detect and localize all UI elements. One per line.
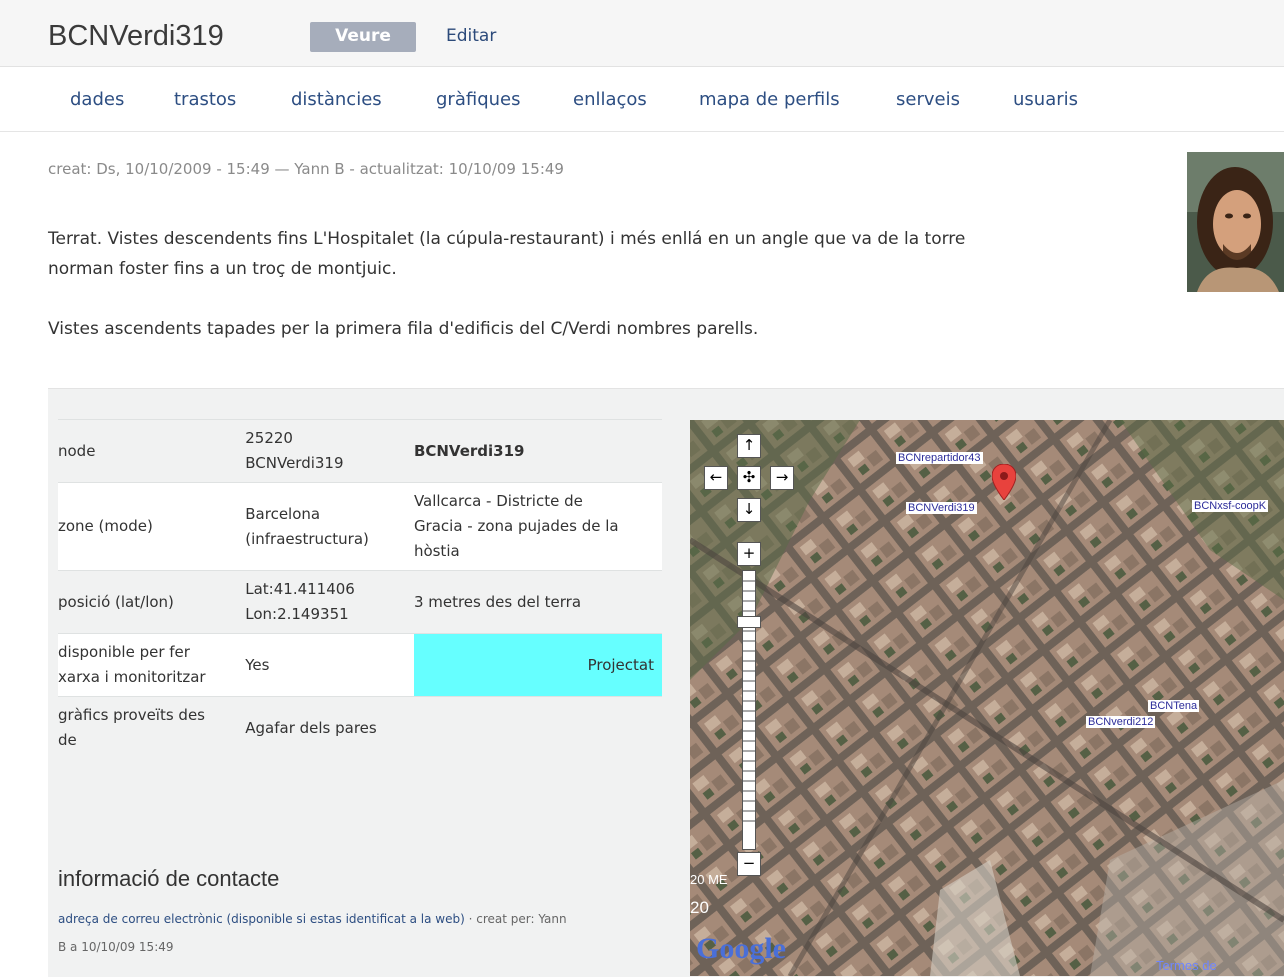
zoom-in-button[interactable]: + [737,542,761,566]
map-marker-icon[interactable] [992,464,1016,500]
description-paragraph-2: Vistes ascendents tapades per la primera… [48,319,759,339]
zone-mode: (infraestructura) [245,529,369,548]
row-label: node [58,419,246,483]
latitude: Lat:41.411406 [245,580,355,598]
secondary-nav: dades trastos distàncies gràfiques enlla… [0,67,1284,132]
node-info-table: node 25220 BCNVerdi319 BCNVerdi319 zone … [58,419,662,759]
row-label-line: gràfics proveïts des [58,706,205,724]
pan-down-button[interactable]: ↓ [737,498,761,522]
zone-name: Barcelona [245,504,321,523]
table-row: node 25220 BCNVerdi319 BCNVerdi319 [58,419,662,483]
nav-item-serveis[interactable]: serveis [896,89,960,110]
elevation: 3 metres des del terra [413,570,662,634]
row-label-line: de [58,731,77,749]
tab-edit[interactable]: Editar [446,22,496,52]
nav-item-usuaris[interactable]: usuaris [1013,89,1078,110]
zoom-slider-handle[interactable] [737,616,761,628]
created-by: · creat per: Yann [464,912,567,926]
pan-center-button[interactable]: ✣ [737,466,761,490]
tab-view[interactable]: Veure [310,22,416,52]
table-row: disponible per fer xarxa i monitoritzar … [58,633,662,697]
email-link[interactable]: adreça de correu electrònic (disponible … [58,912,465,926]
row-value: Agafar dels pares [245,696,414,759]
zone-desc-line: Gracia - zona pujades de la [413,517,619,535]
map-scale: 20 ME [690,872,728,887]
row-label: gràfics proveïts des de [58,696,246,759]
zoom-slider-track[interactable] [742,570,756,850]
google-logo: Google [696,932,786,965]
row-label-line: xarxa i monitoritzar [58,668,206,686]
zone-desc-line: hòstia [413,542,460,560]
table-row: zone (mode) Barcelona (infraestructura) … [58,482,662,571]
node-name: BCNVerdi319 [245,454,344,472]
pan-left-button[interactable]: ← [704,466,728,490]
avatar [1187,152,1284,292]
contact-info: adreça de correu electrònic (disponible … [58,905,668,961]
map-node-label[interactable]: BCNverdi212 [1086,716,1156,728]
zone-desc-line: Vallcarca - Districte de [413,492,583,510]
zoom-ticks [743,580,755,822]
row-label-line: disponible per fer [58,643,190,661]
map-node-label[interactable]: BCNVerdi319 [906,502,977,514]
row-value: 25220 BCNVerdi319 [245,419,414,483]
table-row: posició (lat/lon) Lat:41.411406 Lon:2.14… [58,570,662,634]
pan-up-button[interactable]: ↑ [737,434,761,458]
zone-description: Vallcarca - Districte de Gracia - zona p… [413,482,662,571]
created-by-date: B a 10/10/09 15:49 [58,940,174,954]
row-value: Yes [245,633,414,697]
description-paragraph-1: Terrat. Vistes descendents fins L'Hospit… [48,224,1148,284]
terms-link[interactable]: Termes de [1156,958,1217,973]
row-value-title: BCNVerdi319 [413,419,662,483]
nav-item-grafiques[interactable]: gràfiques [436,89,520,110]
row-label: disponible per fer xarxa i monitoritzar [58,633,246,697]
nav-item-distancies[interactable]: distàncies [291,89,382,110]
map-node-label[interactable]: BCNrepartidor43 [896,452,983,464]
description-line: norman foster fins a un troç de montjuic… [48,259,397,279]
node-map[interactable]: ↑ ← ✣ → ↓ + − BCNrepartidor43 BCNVerdi31… [690,420,1284,976]
status-badge: Projectat [413,633,662,697]
row-value-empty [413,696,662,759]
longitude: Lon:2.149351 [245,605,349,623]
row-value: Barcelona (infraestructura) [245,482,414,571]
map-node-label[interactable]: BCNxsf-coopK [1192,500,1269,512]
table-row: gràfics proveïts des de Agafar dels pare… [58,696,662,759]
node-id: 25220 [245,429,293,447]
row-label: posició (lat/lon) [58,570,246,634]
zoom-out-button[interactable]: − [737,852,761,876]
description-line: Terrat. Vistes descendents fins L'Hospit… [48,229,966,249]
nav-item-mapa-de-perfils[interactable]: mapa de perfils [699,89,840,110]
nav-item-enllacos[interactable]: enllaços [573,89,647,110]
row-label: zone (mode) [58,482,246,571]
pan-right-button[interactable]: → [770,466,794,490]
header: BCNVerdi319 Veure Editar [0,0,1284,67]
map-scale: 20 [690,898,709,917]
submitted-meta: creat: Ds, 10/10/2009 - 15:49 — Yann B -… [48,160,564,178]
nav-item-dades[interactable]: dades [70,89,124,110]
nav-item-trastos[interactable]: trastos [174,89,236,110]
map-node-label[interactable]: BCNTena [1148,700,1200,712]
row-value: Lat:41.411406 Lon:2.149351 [245,570,414,634]
contact-title: informació de contacte [58,866,280,891]
site-title[interactable]: BCNVerdi319 [48,20,224,53]
